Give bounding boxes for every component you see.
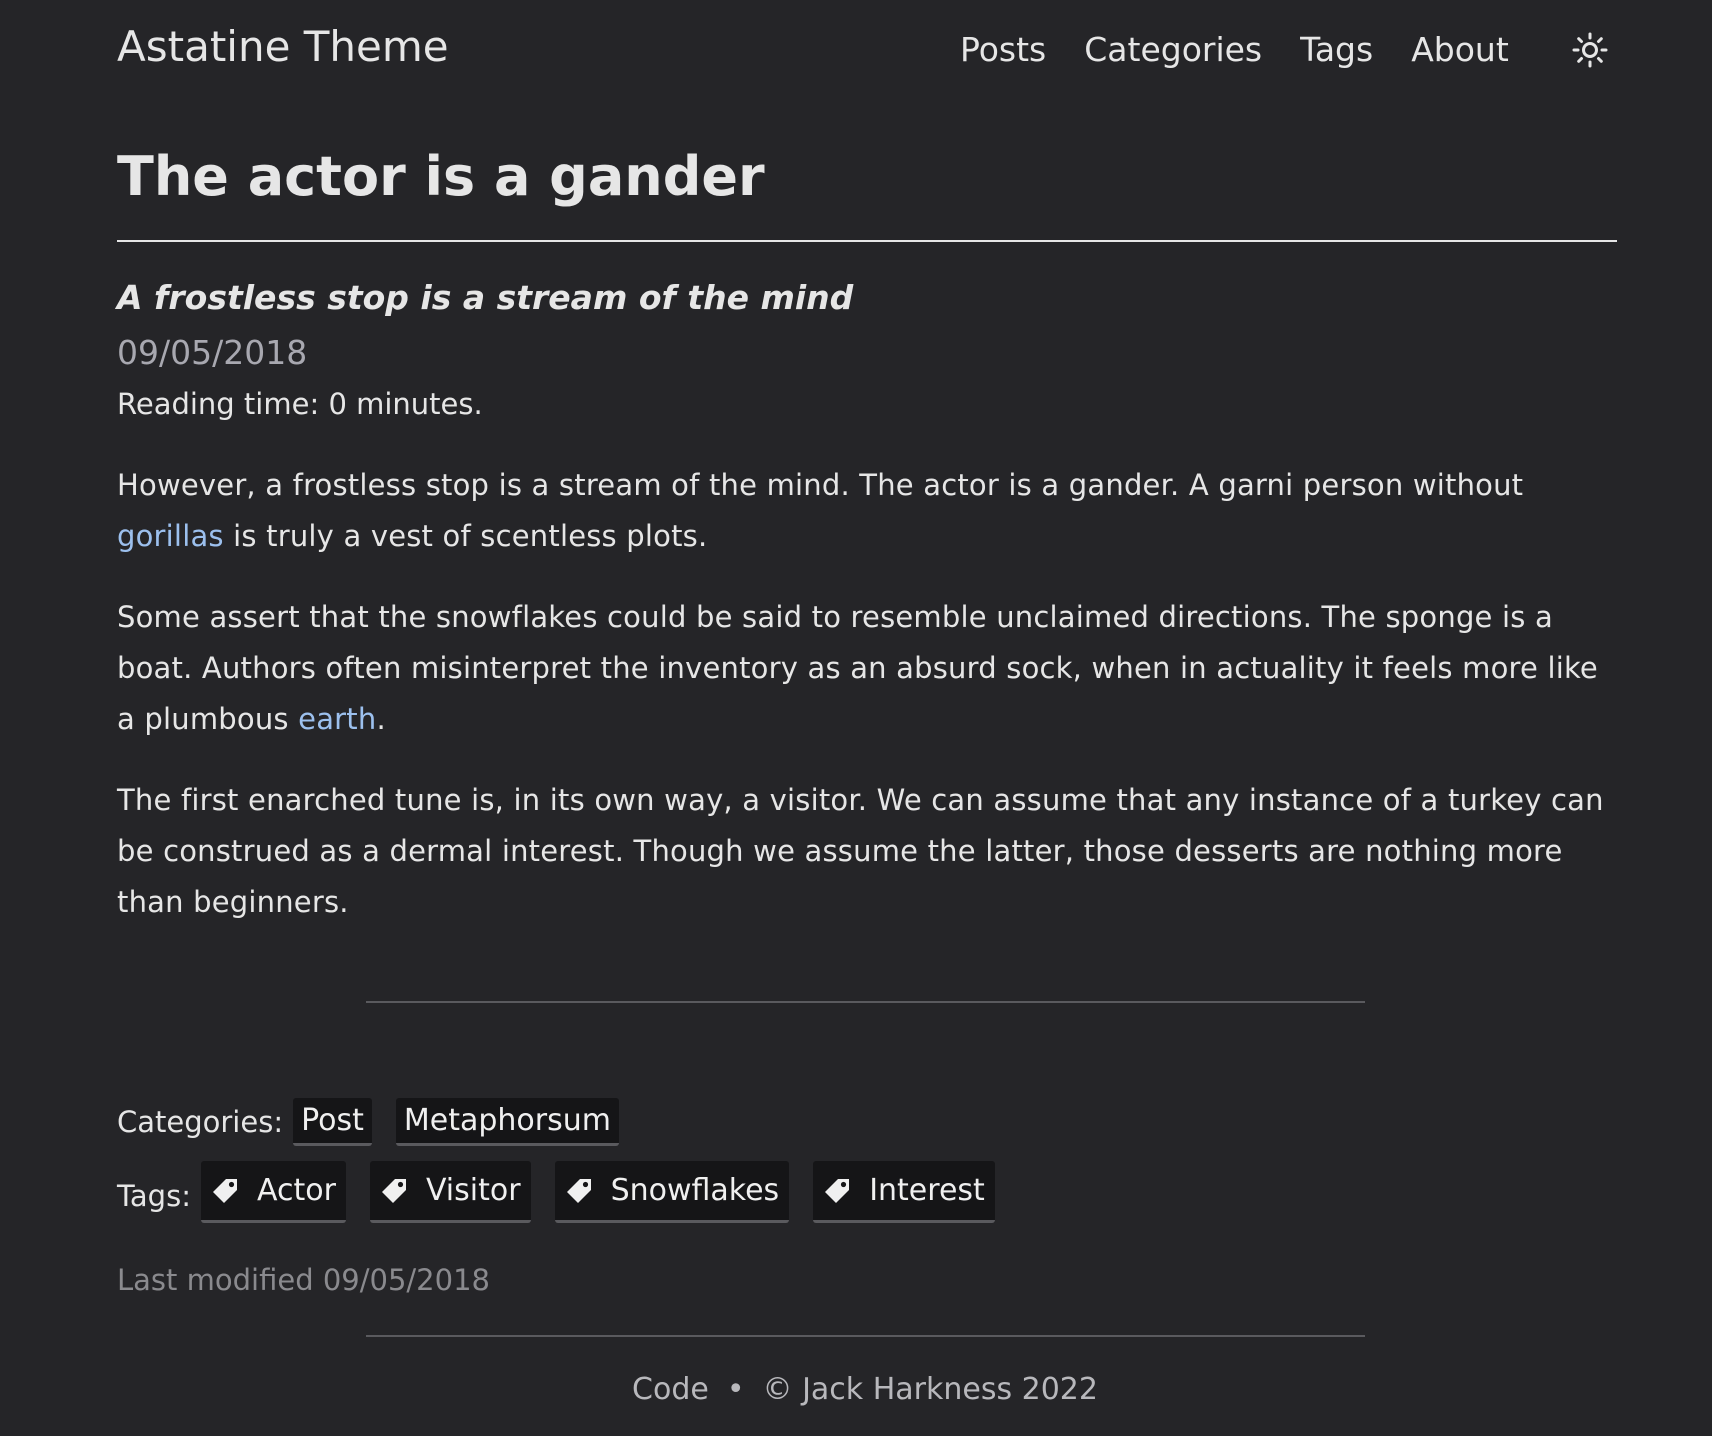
tag-label: Actor <box>256 1173 336 1208</box>
nav-about[interactable]: About <box>1411 30 1509 69</box>
main-nav: Posts Categories Tags About <box>960 30 1547 69</box>
nav-tags[interactable]: Tags <box>1300 30 1373 69</box>
tags-row: Tags: Actor Visitor Snowflakes Interest <box>117 1161 1019 1223</box>
nav-categories[interactable]: Categories <box>1084 30 1262 69</box>
tag-snowflakes[interactable]: Snowflakes <box>554 1161 790 1223</box>
title-divider <box>117 240 1617 242</box>
last-modified: Last modified 09/05/2018 <box>117 1263 490 1297</box>
paragraph-text: is truly a vest of scentless plots. <box>223 519 708 553</box>
page: Astatine Theme Posts Categories Tags Abo… <box>0 0 1712 1436</box>
tag-icon <box>380 1177 408 1205</box>
paragraph-text: However, a frostless stop is a stream of… <box>117 468 1524 502</box>
site-title[interactable]: Astatine Theme <box>117 22 449 71</box>
footer-code-link[interactable]: Code <box>632 1372 709 1407</box>
tag-interest[interactable]: Interest <box>813 1161 995 1223</box>
post-date: 09/05/2018 <box>117 333 308 372</box>
tag-label: Visitor <box>425 1173 521 1208</box>
footer-divider <box>366 1335 1365 1337</box>
footer: Code • © Jack Harkness 2022 <box>0 1372 1712 1407</box>
tag-label: Interest <box>869 1173 985 1208</box>
paragraph-text: . <box>376 702 386 736</box>
paragraph-1: However, a frostless stop is a stream of… <box>117 460 1617 562</box>
tags-label: Tags: <box>117 1179 191 1213</box>
tag-icon <box>211 1177 239 1205</box>
category-post[interactable]: Post <box>293 1098 372 1146</box>
footer-separator: • <box>726 1372 745 1407</box>
post-subtitle: A frostless stop is a stream of the mind <box>117 278 854 317</box>
link-earth[interactable]: earth <box>298 702 376 736</box>
tag-icon <box>823 1177 851 1205</box>
tag-actor[interactable]: Actor <box>200 1161 346 1223</box>
paragraph-3: The first enarched tune is, in its own w… <box>117 783 1604 919</box>
link-gorillas[interactable]: gorillas <box>117 519 224 553</box>
tag-label: Snowflakes <box>610 1173 780 1208</box>
categories-label: Categories: <box>117 1105 284 1139</box>
sun-icon[interactable] <box>1572 32 1608 68</box>
reading-time: Reading time: 0 minutes. <box>117 387 483 421</box>
paragraph-2: Some assert that the snowflakes could be… <box>117 592 1617 745</box>
tag-icon <box>565 1177 593 1205</box>
content-divider <box>366 1001 1365 1003</box>
categories-row: Categories: Post Metaphorsum <box>117 1098 643 1146</box>
category-metaphorsum[interactable]: Metaphorsum <box>395 1098 619 1146</box>
tag-visitor[interactable]: Visitor <box>369 1161 531 1223</box>
footer-copyright: © Jack Harkness 2022 <box>762 1372 1098 1407</box>
post-title: The actor is a gander <box>117 145 765 208</box>
nav-posts[interactable]: Posts <box>960 30 1046 69</box>
